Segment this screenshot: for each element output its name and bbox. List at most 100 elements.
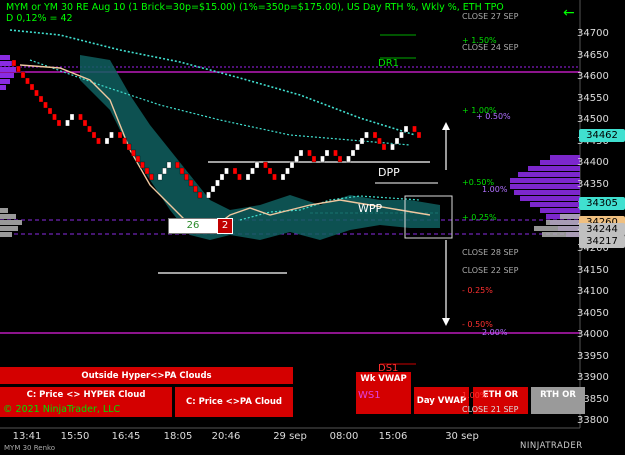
renko-brick [355, 143, 360, 151]
renko-brick [320, 155, 325, 163]
time-axis-label: 15:06 [378, 431, 408, 442]
price-axis-label: 34700 [577, 28, 609, 39]
renko-brick [149, 173, 154, 181]
renko-brick [179, 167, 185, 175]
renko-brick [263, 161, 268, 169]
wpp-label: WPP [358, 202, 383, 215]
day-vwap-button[interactable]: Day VWAP [414, 387, 469, 414]
tpo-profile-bar [528, 166, 580, 171]
tpo-profile-bar [534, 226, 580, 231]
renko-brick [144, 167, 150, 175]
price-tag: 34217 [579, 234, 625, 248]
renko-brick [104, 137, 110, 145]
renko-brick [390, 143, 395, 151]
renko-brick [272, 173, 277, 181]
ws1-label: WS1 [358, 390, 381, 401]
renko-brick [34, 89, 39, 97]
renko-brick [47, 107, 53, 115]
plus-025-label: + 0.25% [462, 213, 497, 222]
minus-200-label: 2.00% [482, 328, 508, 337]
price-axis-label: 34150 [577, 264, 609, 276]
minus-025-label: - 0.25% [462, 286, 493, 295]
renko-brick [237, 173, 242, 181]
renko-brick [69, 113, 75, 121]
tpo-profile-bar [540, 208, 580, 213]
tpo-profile-bar [0, 226, 18, 231]
renko-brick [210, 185, 216, 193]
brick-counter: 26 [168, 218, 218, 234]
price-pa-cloud-button[interactable]: C: Price <>PA Cloud [175, 387, 293, 417]
tpo-profile-bar [510, 184, 580, 189]
renko-brick [87, 125, 92, 133]
renko-brick [416, 131, 422, 139]
tpo-profile-bar [0, 232, 12, 237]
price-axis-label: 34100 [577, 286, 609, 297]
renko-brick [25, 77, 30, 85]
time-axis-label: 30 sep [445, 431, 479, 442]
renko-brick [16, 65, 21, 73]
renko-brick [232, 167, 238, 175]
tpo-profile-bar [542, 232, 580, 237]
renko-brick [224, 167, 229, 175]
renko-brick [245, 173, 251, 181]
time-axis-label: 20:46 [211, 431, 241, 442]
time-axis-label: 16:45 [111, 431, 141, 442]
price-axis-label: 34650 [577, 49, 609, 61]
price-axis-label: 33950 [577, 350, 609, 362]
arrow-up-icon [442, 122, 450, 130]
dpp-label: DPP [378, 166, 400, 179]
price-axis-label: 34000 [577, 329, 609, 340]
close-24-sep-label: CLOSE 24 SEP [462, 43, 519, 52]
tpo-profile-bar [530, 202, 580, 207]
arrow-down-icon [442, 318, 450, 326]
tpo-profile-bar [0, 85, 6, 90]
renko-brick [157, 173, 163, 181]
renko-brick [20, 71, 26, 79]
tpo-profile-bar [0, 55, 10, 60]
renko-brick [109, 131, 114, 139]
renko-brick [285, 167, 290, 175]
renko-brick [350, 149, 356, 157]
price-axis-label: 33900 [577, 372, 609, 383]
tpo-profile-bar [514, 190, 580, 195]
price-axis-label: 34400 [577, 157, 609, 168]
plus-100b-label: 1.00% [482, 185, 508, 194]
tpo-profile-bar [540, 160, 580, 165]
renko-brick [197, 191, 203, 199]
renko-brick [289, 161, 295, 169]
renko-brick [381, 143, 387, 151]
renko-brick [359, 137, 365, 145]
back-arrow-icon[interactable]: ← [563, 6, 577, 20]
renko-brick [38, 95, 44, 103]
renko-brick [65, 119, 70, 127]
dr1-label: DR1 [378, 58, 400, 69]
close-28-sep-label: CLOSE 28 SEP [462, 248, 519, 257]
renko-brick [364, 131, 369, 139]
renko-brick [175, 161, 180, 169]
chart-window: MYM or YM 30 RE Aug 10 (1 Brick=30p=$15.… [0, 0, 625, 455]
renko-brick [337, 155, 343, 163]
chart-subtitle: D 0,12% = 42 [6, 13, 73, 24]
renko-brick [333, 149, 338, 157]
price-tag: 34462 [579, 129, 625, 143]
renko-brick [91, 131, 97, 139]
close-21-sep-label: CLOSE 21 SEP [462, 405, 519, 414]
renko-brick [193, 185, 198, 193]
outside-hyper-pa-clouds-button[interactable]: Outside Hyper<>PA Clouds [0, 367, 293, 384]
tpo-profile-bar [0, 208, 8, 213]
renko-brick [298, 149, 304, 157]
rth-or-button[interactable]: RTH OR [531, 387, 585, 414]
time-axis-label: 18:05 [163, 431, 193, 442]
tpo-profile-bar [0, 73, 14, 78]
renko-brick [52, 113, 57, 121]
renko-brick [394, 137, 400, 145]
time-axis-label: 15:50 [60, 431, 90, 442]
tpo-profile-bar [510, 178, 580, 183]
renko-brick [131, 149, 136, 157]
renko-brick [184, 173, 189, 181]
price-tag: 34305 [579, 196, 625, 210]
renko-brick [219, 173, 225, 181]
renko-brick [135, 155, 141, 163]
renko-brick [96, 137, 101, 145]
close-22-sep-label: CLOSE 22 SEP [462, 266, 519, 275]
